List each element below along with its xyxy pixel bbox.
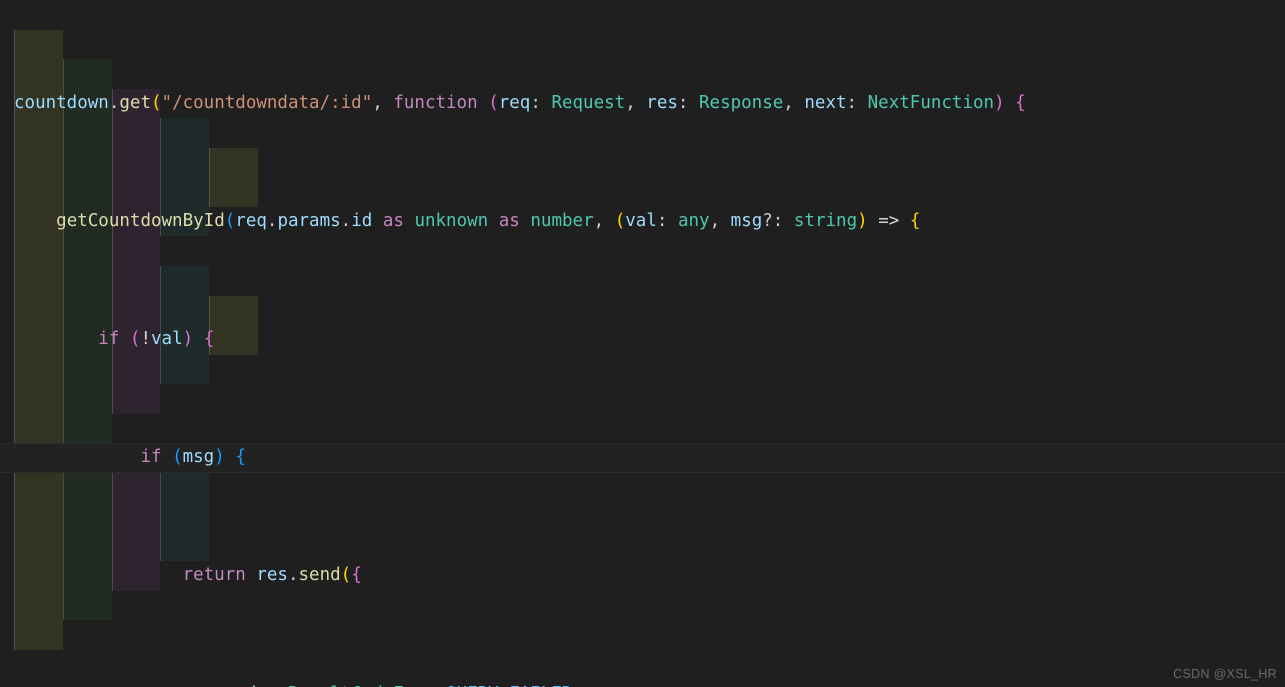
code-editor[interactable]: countdown.get("/countdowndata/:id", func… [0,0,1285,687]
code-line-6[interactable]: code: ResultCodeEnum.QUERY_FAILED, [0,680,1285,687]
code-line-2[interactable]: getCountdownById(req.params.id as unknow… [0,207,1285,237]
code-line-3[interactable]: if (!val) { [0,325,1285,355]
watermark: CSDN @XSL_HR [1173,667,1277,681]
code-content[interactable]: countdown.get("/countdowndata/:id", func… [0,0,1285,687]
code-line-1[interactable]: countdown.get("/countdowndata/:id", func… [0,89,1285,119]
code-line-5[interactable]: return res.send({ [0,561,1285,591]
code-line-4[interactable]: if (msg) { [0,443,1285,473]
